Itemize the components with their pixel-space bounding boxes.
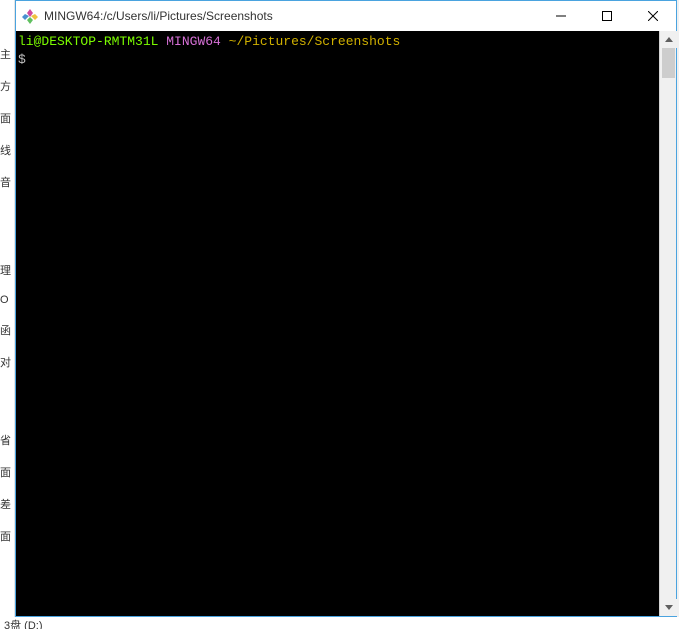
prompt-path: ~/Pictures/Screenshots bbox=[229, 34, 401, 49]
bg-item: 函 bbox=[0, 322, 14, 338]
scroll-thumb[interactable] bbox=[662, 48, 675, 78]
prompt-host: MINGW64 bbox=[166, 34, 221, 49]
close-button[interactable] bbox=[630, 1, 676, 31]
bg-item: 面 bbox=[0, 464, 14, 480]
bg-item: 差 bbox=[0, 496, 14, 512]
bg-item: 对 bbox=[0, 354, 14, 370]
bg-item: 主 bbox=[0, 46, 14, 62]
scroll-up-button[interactable] bbox=[660, 31, 677, 48]
terminal-content[interactable]: li@DESKTOP-RMTM31L MINGW64 ~/Pictures/Sc… bbox=[16, 31, 659, 616]
scroll-down-button[interactable] bbox=[660, 599, 677, 616]
vertical-scrollbar[interactable] bbox=[659, 31, 676, 616]
titlebar[interactable]: MINGW64:/c/Users/li/Pictures/Screenshots bbox=[16, 1, 676, 31]
bg-item: 面 bbox=[0, 110, 14, 126]
window-title: MINGW64:/c/Users/li/Pictures/Screenshots bbox=[44, 9, 273, 23]
app-icon bbox=[22, 8, 38, 24]
prompt-symbol: $ bbox=[18, 52, 26, 67]
prompt-user: li@DESKTOP-RMTM31L bbox=[18, 34, 158, 49]
bg-item: O bbox=[0, 294, 14, 306]
bg-item: 理 bbox=[0, 262, 14, 278]
terminal-window: MINGW64:/c/Users/li/Pictures/Screenshots… bbox=[15, 0, 677, 617]
terminal-area: li@DESKTOP-RMTM31L MINGW64 ~/Pictures/Sc… bbox=[16, 31, 676, 616]
background-bottom: 3盘 (D:) bbox=[0, 617, 679, 629]
bg-item: 面 bbox=[0, 528, 14, 544]
minimize-button[interactable] bbox=[538, 1, 584, 31]
maximize-button[interactable] bbox=[584, 1, 630, 31]
bg-item: 线 bbox=[0, 142, 14, 158]
bg-item: 音 bbox=[0, 174, 14, 190]
background-sidebar: 主 方 面 线 音 理 O 函 对 省 面 差 面 bbox=[0, 0, 15, 629]
bg-item: 方 bbox=[0, 78, 14, 94]
window-controls bbox=[538, 1, 676, 31]
bg-item: 省 bbox=[0, 432, 14, 448]
